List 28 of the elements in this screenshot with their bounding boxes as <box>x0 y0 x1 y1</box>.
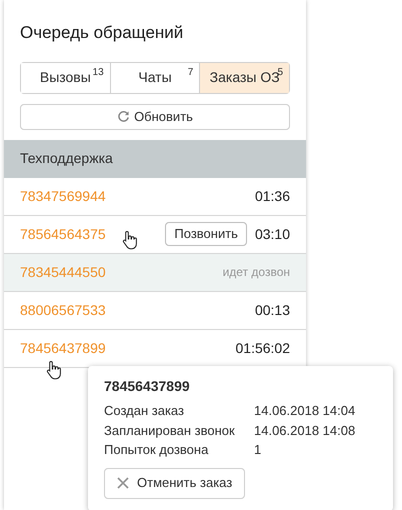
queue-row[interactable]: 78564564375 Позвонить 03:10 <box>4 216 306 254</box>
detail-label: Попыток дозвона <box>104 441 210 459</box>
tab-count: 7 <box>188 66 194 80</box>
popup-phone: 78456437899 <box>104 377 191 396</box>
detail-value: 14.06.2018 14:04 <box>254 402 356 420</box>
queue-row[interactable]: 78456437899 01:56:02 <box>4 330 306 368</box>
detail-label: Создан заказ <box>104 402 185 420</box>
refresh-icon <box>117 110 130 123</box>
refresh-button[interactable]: Обновить <box>20 104 290 130</box>
close-icon <box>117 477 129 489</box>
wait-time: 01:36 <box>254 186 290 206</box>
cancel-order-button[interactable]: Отменить заказ <box>104 468 246 498</box>
call-button[interactable]: Позвонить <box>165 222 247 246</box>
hand-cursor-icon <box>46 360 62 380</box>
wait-time: 03:10 <box>254 224 290 244</box>
status-text: идет дозвон <box>222 264 290 281</box>
detail-value: 1 <box>254 441 262 459</box>
panel-title: Очередь обращений <box>19 22 184 44</box>
detail-label: Запланирован звонок <box>104 422 236 440</box>
queue-row[interactable]: 78347569944 01:36 <box>4 178 306 216</box>
section-header: Техподдержка <box>4 140 306 178</box>
wait-time: 00:13 <box>254 300 290 320</box>
tab-count: 13 <box>92 66 104 80</box>
tab-count: 5 <box>277 66 284 78</box>
wait-time: 01:56:02 <box>236 338 290 358</box>
detail-value: 14.06.2018 14:08 <box>254 422 356 440</box>
queue-row[interactable]: 88006567533 00:13 <box>4 292 306 330</box>
hand-cursor-icon <box>122 230 138 250</box>
